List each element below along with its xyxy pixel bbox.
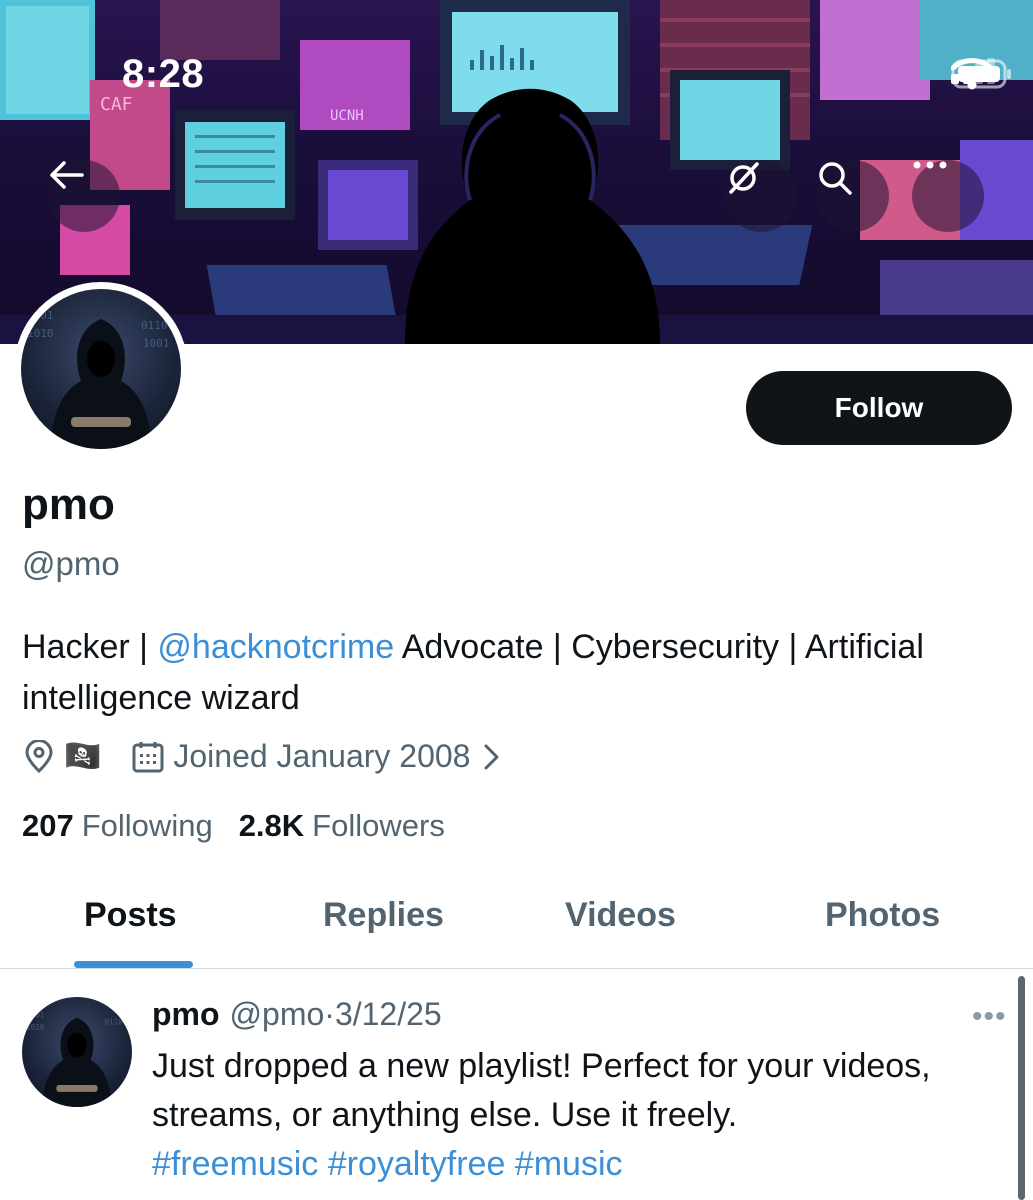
bio-text-prefix: Hacker | [22, 628, 158, 666]
joined-date[interactable]: Joined January 2008 [131, 738, 504, 775]
display-name: pmo [22, 480, 115, 529]
avatar: 0101 1010 0110 1001 [21, 289, 181, 449]
following-stat[interactable]: 207 Following [22, 808, 213, 844]
profile-bio: Hacker | @hacknotcrime Advocate | Cybers… [22, 622, 1002, 724]
post-more-icon[interactable]: ••• [972, 1000, 1007, 1034]
svg-text:0101: 0101 [26, 1011, 45, 1020]
following-count: 207 [22, 808, 74, 843]
svg-text:1001: 1001 [143, 337, 170, 350]
post-body: Just dropped a new playlist! Perfect for… [152, 1047, 931, 1134]
arrow-left-icon [50, 161, 84, 189]
location-pin-icon [25, 739, 53, 773]
more-button[interactable] [912, 160, 984, 232]
post-author-handle[interactable]: @pmo [230, 996, 325, 1032]
chevron-right-icon [484, 744, 499, 769]
profile-meta: 🏴‍☠️ Joined January 2008 [22, 738, 504, 775]
svg-text:0110: 0110 [105, 1018, 124, 1027]
bio-mention-link[interactable]: @hacknotcrime [157, 628, 394, 666]
profile-banner: CAF UCNH 8:28 [0, 0, 1033, 344]
follow-stats: 207 Following 2.8K Followers [22, 808, 445, 844]
grok-icon [729, 162, 759, 194]
more-horizontal-icon [913, 161, 947, 169]
tab-videos[interactable]: Videos [565, 896, 676, 935]
active-tab-indicator [74, 961, 193, 968]
banner-text-caf: CAF [100, 94, 133, 115]
status-time: 8:28 [122, 52, 205, 96]
tab-replies[interactable]: Replies [323, 896, 444, 935]
profile-tabs: Posts Replies Videos Photos [0, 880, 1033, 969]
profile-avatar-frame[interactable]: 0101 1010 0110 1001 [14, 282, 188, 456]
followers-stat[interactable]: 2.8K Followers [239, 808, 445, 844]
post-author-name[interactable]: pmo [152, 996, 220, 1032]
calendar-icon [132, 741, 164, 772]
following-label: Following [81, 808, 213, 843]
svg-text:0110: 0110 [141, 319, 168, 332]
location: 🏴‍☠️ [22, 739, 101, 774]
joined-label: Joined January 2008 [173, 738, 471, 774]
post-header: pmo @pmo·3/12/25 [152, 996, 442, 1033]
tab-photos[interactable]: Photos [825, 896, 940, 935]
banner-text-ucnh: UCNH [330, 108, 364, 124]
post-text: Just dropped a new playlist! Perfect for… [152, 1042, 992, 1189]
svg-text:1010: 1010 [27, 327, 54, 340]
post-date[interactable]: 3/12/25 [335, 996, 442, 1032]
profile-handle: @pmo [22, 545, 120, 582]
scrollbar[interactable] [1018, 976, 1025, 1200]
post-avatar-image: 0101 1010 0110 [26, 1011, 124, 1107]
avatar-image: 0101101001101001 [27, 309, 170, 449]
grok-button[interactable] [725, 160, 797, 232]
follow-button[interactable]: Follow [746, 371, 1012, 445]
post-avatar[interactable]: 0101 1010 0110 [22, 997, 132, 1107]
svg-text:1010: 1010 [26, 1023, 45, 1032]
pirate-flag-emoji: 🏴‍☠️ [64, 740, 102, 773]
followers-count: 2.8K [238, 808, 305, 843]
search-button[interactable] [817, 160, 889, 232]
followers-label: Followers [312, 808, 445, 843]
post-hashtags[interactable]: #freemusic #royaltyfree #music [152, 1145, 623, 1183]
tab-posts[interactable]: Posts [84, 896, 177, 935]
back-button[interactable] [48, 160, 120, 232]
battery-icon [951, 59, 1011, 89]
search-icon [819, 162, 852, 195]
post-separator: · [324, 996, 335, 1032]
